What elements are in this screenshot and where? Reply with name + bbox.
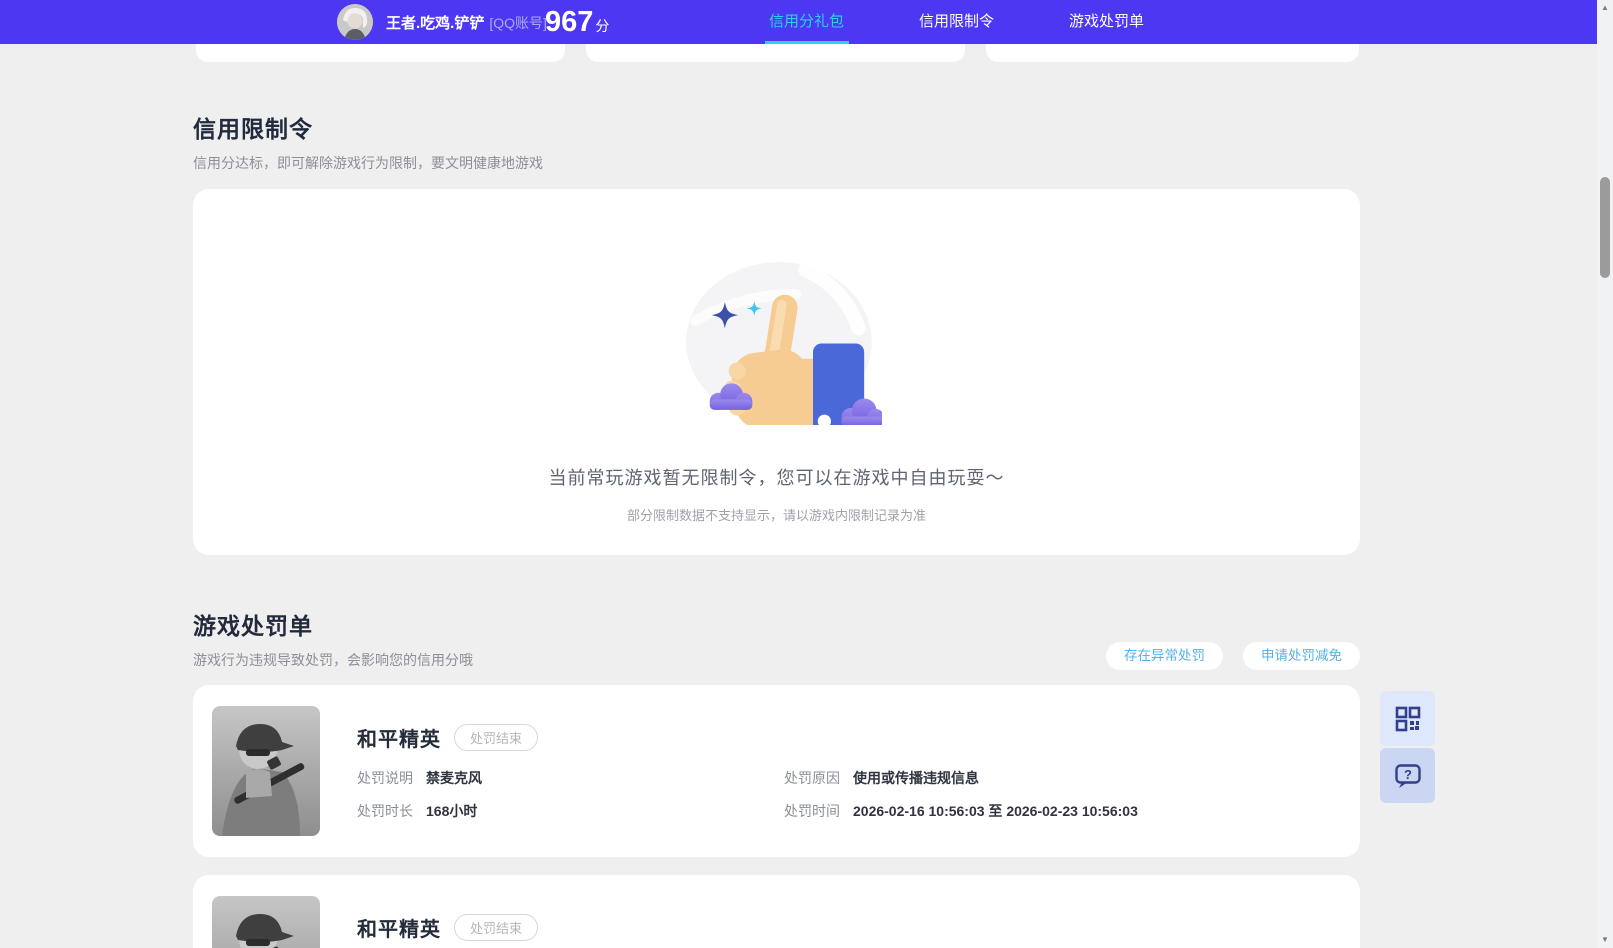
gift-card-partial-1 <box>196 44 565 62</box>
field-value: 使用或传播违规信息 <box>853 770 979 786</box>
account-summary: 王者.吃鸡.铲铲 [QQ账号] <box>337 0 547 44</box>
field-label: 处罚时长 <box>357 803 413 819</box>
apply-reduction-button[interactable]: 申请处罚减免 <box>1243 642 1360 670</box>
tab-credit-gift-label: 信用分礼包 <box>769 13 844 30</box>
field-label: 处罚时间 <box>784 803 840 819</box>
previous-section-card-bottoms <box>196 44 1597 62</box>
qr-code-button[interactable] <box>1380 691 1435 746</box>
username-text: 王者.吃鸡.铲铲 <box>386 15 484 32</box>
field-value: 禁麦克风 <box>426 770 482 786</box>
scrollbar-up-icon[interactable]: ▲ <box>1597 0 1613 16</box>
credit-score-page: 王者.吃鸡.铲铲 [QQ账号] 967分 信用分礼包 信用限制令 游戏处罚单 <box>0 0 1613 948</box>
restriction-empty-note: 部分限制数据不支持显示，请以游戏内限制记录为准 <box>193 505 1360 524</box>
penalty-card: 和平精英 处罚结束 <box>193 875 1360 948</box>
penalty-action-buttons: 存在异常处罚 申请处罚减免 <box>1106 642 1360 670</box>
penalty-fields: 处罚说明禁麦克风 处罚原因使用或传播违规信息 处罚时长 168小时 处罚时间 202… <box>357 768 1340 821</box>
game-thumbnail-image <box>212 896 320 948</box>
penalty-card-body: 和平精英 处罚结束 处罚说明禁麦克风 处罚原因使用或传播违规信息 处罚时长 168… <box>357 723 1340 821</box>
game-thumbnail-image <box>212 706 320 836</box>
penalty-section-titles: 游戏处罚单 游戏行为违规导致处罚，会影响您的信用分哦 <box>193 607 473 670</box>
restriction-empty-message: 当前常玩游戏暂无限制令，您可以在游戏中自由玩耍～ <box>193 464 1360 490</box>
game-name: 和平精英 <box>357 723 441 752</box>
field-label: 处罚原因 <box>784 770 840 786</box>
field-value: 2026-02-16 10:56:03 至 2026-02-23 10:56:0… <box>853 803 1138 819</box>
field-value: 168小时 <box>426 803 477 819</box>
credit-score-value: 967 <box>545 6 593 38</box>
thumbs-up-illustration <box>672 245 882 425</box>
game-thumbnail <box>212 896 320 948</box>
abnormal-penalty-button[interactable]: 存在异常处罚 <box>1106 642 1223 670</box>
tab-credit-restriction-label: 信用限制令 <box>919 13 994 30</box>
qr-code-icon <box>1395 706 1421 732</box>
penalty-field-time: 处罚时间 2026-02-16 10:56:03 至 2026-02-23 10:… <box>784 801 1340 821</box>
username: 王者.吃鸡.铲铲 [QQ账号] <box>386 12 547 33</box>
penalty-card-body: 和平精英 处罚结束 <box>357 913 1340 942</box>
gift-card-partial-3 <box>986 44 1359 62</box>
top-header-bar: 王者.吃鸡.铲铲 [QQ账号] 967分 信用分礼包 信用限制令 游戏处罚单 <box>0 0 1597 44</box>
tab-credit-restriction[interactable]: 信用限制令 <box>919 0 994 44</box>
penalty-section-subtitle: 游戏行为违规导致处罚，会影响您的信用分哦 <box>193 650 473 670</box>
tab-credit-gift[interactable]: 信用分礼包 <box>769 0 844 44</box>
penalty-title-row: 和平精英 处罚结束 <box>357 723 1340 752</box>
penalty-field-description: 处罚说明禁麦克风 <box>357 768 784 788</box>
page-content: 信用限制令 信用分达标，即可解除游戏行为限制，要文明健康地游戏 <box>0 44 1597 948</box>
credit-score-unit: 分 <box>595 18 609 34</box>
credit-score: 967分 <box>545 0 609 44</box>
game-name: 和平精英 <box>357 913 441 942</box>
penalty-section-title: 游戏处罚单 <box>193 607 473 641</box>
restriction-section-subtitle: 信用分达标，即可解除游戏行为限制，要文明健康地游戏 <box>193 153 1360 173</box>
penalty-status-badge: 处罚结束 <box>454 724 538 751</box>
penalty-card: 和平精英 处罚结束 处罚说明禁麦克风 处罚原因使用或传播违规信息 处罚时长 168… <box>193 685 1360 857</box>
help-button[interactable]: ? <box>1380 748 1435 803</box>
avatar[interactable] <box>337 4 373 40</box>
active-tab-underline <box>765 41 849 44</box>
restriction-empty-card: 当前常玩游戏暂无限制令，您可以在游戏中自由玩耍～ 部分限制数据不支持显示，请以游… <box>193 189 1360 555</box>
avatar-image <box>337 4 373 40</box>
header-nav-tabs: 信用分礼包 信用限制令 游戏处罚单 <box>769 0 1144 44</box>
floating-toolbar: ? <box>1380 691 1435 805</box>
penalty-status-badge: 处罚结束 <box>454 914 538 941</box>
vertical-scrollbar: ▲ ▼ <box>1597 0 1613 948</box>
game-thumbnail <box>212 706 320 836</box>
field-label: 处罚说明 <box>357 770 413 786</box>
tab-game-penalty[interactable]: 游戏处罚单 <box>1069 0 1144 44</box>
scrollbar-down-icon[interactable]: ▼ <box>1597 932 1613 948</box>
restriction-section-title: 信用限制令 <box>193 110 1360 144</box>
penalty-title-row: 和平精英 处罚结束 <box>357 913 1340 942</box>
penalty-section-header: 游戏处罚单 游戏行为违规导致处罚，会影响您的信用分哦 存在异常处罚 申请处罚减免 <box>193 607 1360 670</box>
scrollbar-thumb[interactable] <box>1600 177 1610 278</box>
penalty-field-reason: 处罚原因使用或传播违规信息 <box>784 768 1340 788</box>
penalty-field-duration: 处罚时长 168小时 <box>357 801 784 821</box>
tab-game-penalty-label: 游戏处罚单 <box>1069 13 1144 30</box>
account-type-label: [QQ账号] <box>489 15 547 31</box>
question-bubble-icon: ? <box>1394 762 1422 790</box>
restriction-section: 信用限制令 信用分达标，即可解除游戏行为限制，要文明健康地游戏 <box>193 110 1360 948</box>
gift-card-partial-2 <box>586 44 965 62</box>
svg-text:?: ? <box>1404 767 1412 782</box>
